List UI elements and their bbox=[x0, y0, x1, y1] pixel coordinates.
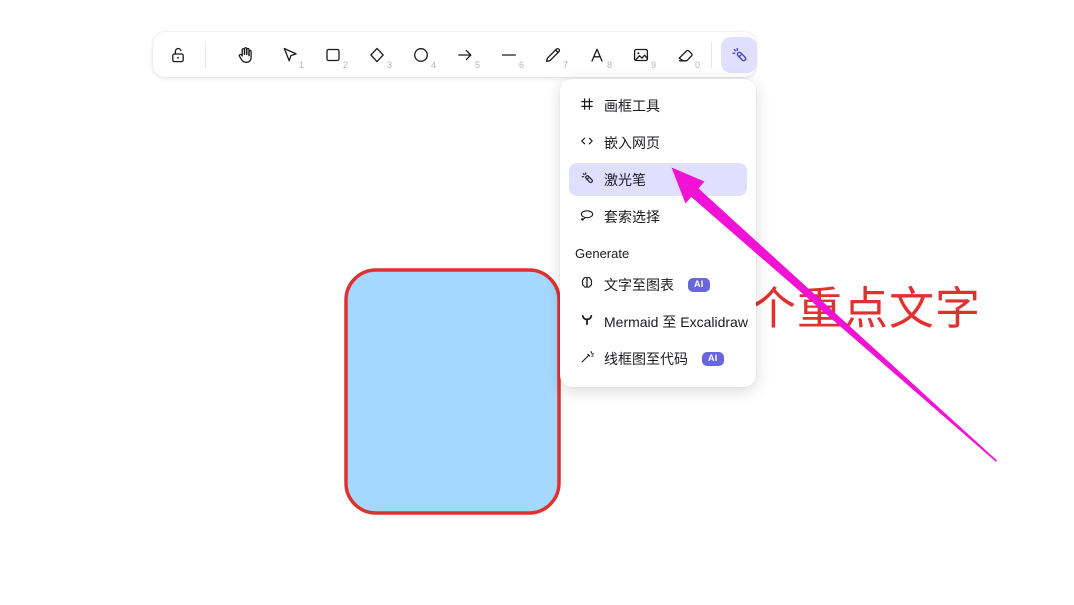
image-tool-button[interactable]: 9 bbox=[624, 38, 658, 72]
toolbar-divider bbox=[711, 42, 712, 68]
shortcut-label: 6 bbox=[519, 61, 524, 70]
text-tool-button[interactable]: 8 bbox=[580, 38, 614, 72]
frame-icon bbox=[579, 96, 595, 115]
toolbar: 1 2 3 4 5 bbox=[153, 32, 756, 77]
toolbar-divider bbox=[205, 42, 206, 68]
hand-tool-button[interactable] bbox=[228, 38, 262, 72]
shortcut-label: 0 bbox=[695, 61, 700, 70]
lasso-icon bbox=[579, 207, 595, 226]
diamond-icon bbox=[367, 45, 387, 65]
shortcut-label: 3 bbox=[387, 61, 392, 70]
menu-item-label: Mermaid 至 Excalidraw bbox=[604, 312, 748, 332]
whiteboard-app: { "toolbar": { "shortcuts": { "selection… bbox=[0, 0, 1074, 605]
draw-tool-button[interactable]: 7 bbox=[536, 38, 570, 72]
shortcut-label: 9 bbox=[651, 61, 656, 70]
arrow-icon bbox=[455, 45, 475, 65]
image-icon bbox=[631, 45, 651, 65]
shortcut-label: 5 bbox=[475, 61, 480, 70]
shortcut-label: 2 bbox=[343, 61, 348, 70]
cursor-icon bbox=[279, 45, 299, 65]
menu-item-wireframe-to-code[interactable]: 线框图至代码 AI bbox=[569, 342, 747, 375]
shortcut-label: 1 bbox=[299, 61, 304, 70]
menu-item-lasso-select[interactable]: 套索选择 bbox=[569, 200, 747, 233]
lock-icon bbox=[168, 45, 188, 65]
drawn-text[interactable]: 个重点文字 bbox=[751, 283, 981, 335]
lock-tool-button[interactable] bbox=[161, 38, 195, 72]
embed-icon bbox=[579, 133, 595, 152]
menu-item-label: 线框图至代码 bbox=[604, 349, 688, 369]
ellipse-icon bbox=[411, 45, 431, 65]
menu-item-text-to-diagram[interactable]: 文字至图表 AI bbox=[569, 268, 747, 301]
pencil-icon bbox=[543, 45, 563, 65]
magic-wand-icon bbox=[579, 349, 595, 368]
laser-wand-icon bbox=[729, 45, 749, 65]
menu-item-mermaid-to-excalidraw[interactable]: Mermaid 至 Excalidraw bbox=[569, 305, 747, 338]
arrow-tool-button[interactable]: 5 bbox=[448, 38, 482, 72]
rectangle-icon bbox=[323, 45, 343, 65]
hand-icon bbox=[235, 45, 255, 65]
shortcut-label: 7 bbox=[563, 61, 568, 70]
shortcut-label: 8 bbox=[607, 61, 612, 70]
menu-item-embed-web[interactable]: 嵌入网页 bbox=[569, 126, 747, 159]
more-tools-dropdown: 画框工具 嵌入网页 激光笔 套索选择 Generat bbox=[560, 79, 756, 387]
menu-item-frame-tool[interactable]: 画框工具 bbox=[569, 89, 747, 122]
more-tools-button[interactable] bbox=[721, 37, 757, 73]
drawn-rectangle[interactable] bbox=[346, 270, 559, 513]
menu-item-label: 嵌入网页 bbox=[604, 133, 660, 153]
selection-tool-button[interactable]: 1 bbox=[272, 38, 306, 72]
eraser-tool-button[interactable]: 0 bbox=[668, 38, 702, 72]
menu-section-generate: Generate bbox=[569, 237, 747, 268]
laser-pointer-icon bbox=[579, 170, 595, 189]
line-tool-button[interactable]: 6 bbox=[492, 38, 526, 72]
menu-item-label: 文字至图表 bbox=[604, 275, 674, 295]
ai-badge: AI bbox=[702, 352, 724, 366]
rectangle-tool-button[interactable]: 2 bbox=[316, 38, 350, 72]
brain-icon bbox=[579, 275, 595, 294]
shortcut-label: 4 bbox=[431, 61, 436, 70]
ai-badge: AI bbox=[688, 278, 710, 292]
menu-item-label: 画框工具 bbox=[604, 96, 660, 116]
ellipse-tool-button[interactable]: 4 bbox=[404, 38, 438, 72]
eraser-icon bbox=[675, 45, 695, 65]
line-icon bbox=[499, 45, 519, 65]
diamond-tool-button[interactable]: 3 bbox=[360, 38, 394, 72]
text-icon bbox=[587, 45, 607, 65]
menu-item-laser-pointer[interactable]: 激光笔 bbox=[569, 163, 747, 196]
menu-item-label: 激光笔 bbox=[604, 170, 646, 190]
mermaid-icon bbox=[579, 312, 595, 331]
menu-item-label: 套索选择 bbox=[604, 207, 660, 227]
